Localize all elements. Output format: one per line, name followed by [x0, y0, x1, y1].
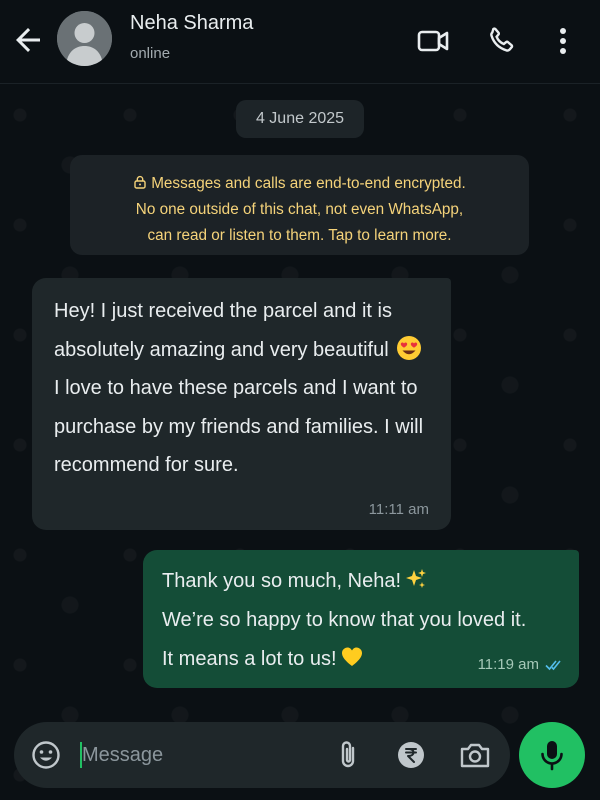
- encryption-line-3: can read or listen to them. Tap to learn…: [147, 227, 452, 244]
- contact-status: online: [130, 45, 171, 62]
- phone-icon[interactable]: [484, 24, 518, 58]
- message-input[interactable]: [80, 735, 320, 775]
- microphone-icon: [541, 741, 563, 771]
- camera-icon[interactable]: [458, 739, 492, 771]
- avatar[interactable]: [57, 11, 112, 66]
- encryption-notice[interactable]: Messages and calls are end-to-end encryp…: [70, 155, 529, 255]
- emoji-icon[interactable]: [30, 739, 62, 771]
- sparkles-emoji-icon: [406, 569, 427, 588]
- mic-button[interactable]: [519, 722, 585, 788]
- message-time: 11:11 am: [368, 501, 429, 518]
- contact-name[interactable]: Neha Sharma: [130, 12, 253, 35]
- incoming-message-text: Hey! I just received the parcel and it i…: [54, 300, 424, 476]
- yellow-heart-emoji-icon: [341, 647, 362, 666]
- message-time: 11:19 am: [478, 656, 565, 673]
- lock-icon: [134, 175, 146, 189]
- heart-eyes-emoji-icon: [397, 335, 422, 360]
- outgoing-message[interactable]: Thank you so much, Neha! We’re so happy …: [143, 550, 579, 688]
- encryption-line-2: No one outside of this chat, not even Wh…: [135, 201, 464, 218]
- paperclip-icon[interactable]: [334, 739, 364, 771]
- rupee-payment-icon[interactable]: [396, 740, 426, 770]
- chat-header: Neha Sharma online: [0, 0, 600, 84]
- back-arrow-icon[interactable]: [10, 22, 46, 58]
- message-composer: [14, 722, 510, 788]
- encryption-line-1: Messages and calls are end-to-end encryp…: [151, 175, 466, 192]
- date-separator: 4 June 2025: [236, 100, 364, 138]
- incoming-message[interactable]: Hey! I just received the parcel and it i…: [32, 278, 451, 530]
- more-vert-icon[interactable]: [546, 24, 580, 58]
- video-call-icon[interactable]: [416, 24, 450, 58]
- double-check-icon: [545, 659, 561, 670]
